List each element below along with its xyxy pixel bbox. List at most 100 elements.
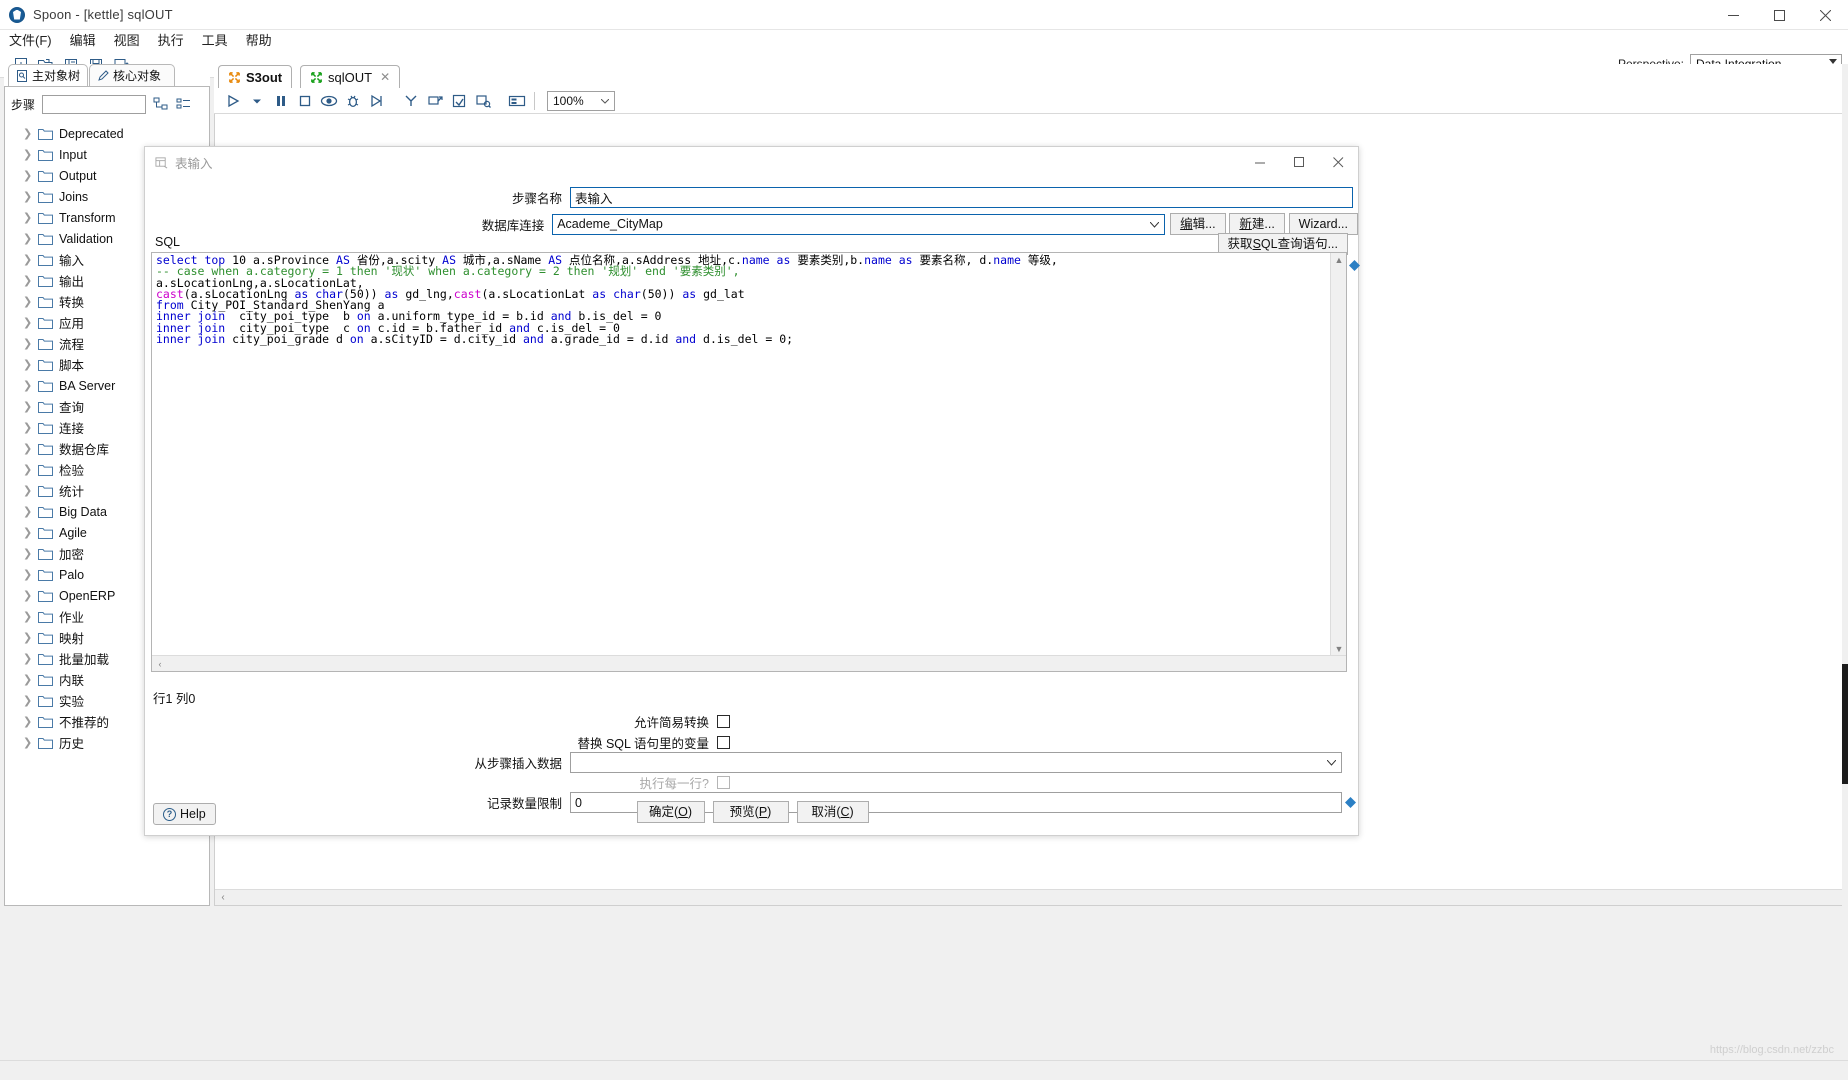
- canvas-horizontal-scrollbar[interactable]: ‹: [215, 889, 1845, 905]
- preview-button[interactable]: 预览(P): [712, 801, 789, 823]
- sql-check-icon[interactable]: [472, 90, 494, 112]
- menu-view[interactable]: 视图: [105, 30, 149, 52]
- preview-icon[interactable]: [318, 90, 340, 112]
- scroll-left-icon[interactable]: ‹: [152, 659, 168, 669]
- chevron-right-icon[interactable]: ❯: [23, 463, 32, 476]
- chevron-right-icon[interactable]: ❯: [23, 379, 32, 392]
- cancel-button[interactable]: 取消(C): [796, 801, 869, 823]
- editor-toolbar: 100%: [214, 88, 1844, 114]
- chevron-right-icon[interactable]: ❯: [23, 127, 32, 140]
- chevron-right-icon[interactable]: ❯: [23, 631, 32, 644]
- tree-item[interactable]: ❯ Deprecated: [5, 123, 209, 144]
- dialog-close-icon[interactable]: [1319, 147, 1358, 177]
- maximize-icon[interactable]: [1756, 0, 1802, 30]
- dialog-maximize-icon[interactable]: [1280, 147, 1319, 177]
- scroll-left-icon[interactable]: ‹: [215, 892, 231, 903]
- minimize-icon[interactable]: [1710, 0, 1756, 30]
- chevron-right-icon[interactable]: ❯: [23, 274, 32, 287]
- replay-icon[interactable]: [366, 90, 388, 112]
- step-name-row: 步骤名称: [145, 187, 1358, 208]
- step-name-input[interactable]: [570, 187, 1353, 208]
- chevron-right-icon[interactable]: ❯: [23, 190, 32, 203]
- connection-select[interactable]: Academe_CityMap: [552, 213, 1166, 235]
- chevron-right-icon[interactable]: ❯: [23, 736, 32, 749]
- chevron-right-icon[interactable]: ❯: [23, 211, 32, 224]
- new-connection-button[interactable]: 新建...: [1229, 213, 1285, 235]
- insert-from-step-select[interactable]: [570, 752, 1342, 773]
- menu-run[interactable]: 执行: [149, 30, 193, 52]
- chevron-right-icon[interactable]: ❯: [23, 652, 32, 665]
- chevron-right-icon[interactable]: ❯: [23, 526, 32, 539]
- chevron-right-icon[interactable]: ❯: [23, 694, 32, 707]
- debug-icon[interactable]: [342, 90, 364, 112]
- chevron-right-icon[interactable]: ❯: [23, 400, 32, 413]
- results-panel-icon[interactable]: [506, 90, 528, 112]
- sql-horizontal-scrollbar[interactable]: ‹: [152, 655, 1346, 671]
- menu-help[interactable]: 帮助: [237, 30, 281, 52]
- window-vertical-scrollbar[interactable]: [1842, 64, 1848, 906]
- chevron-right-icon[interactable]: ❯: [23, 484, 32, 497]
- scrollbar-thumb[interactable]: [1842, 664, 1848, 784]
- expand-all-icon[interactable]: [153, 96, 169, 112]
- chevron-right-icon[interactable]: ❯: [23, 715, 32, 728]
- dialog-title-bar: 表输入: [145, 147, 1358, 177]
- tab-sqlout[interactable]: sqlOUT ✕: [300, 65, 401, 88]
- chevron-right-icon[interactable]: ❯: [23, 547, 32, 560]
- chevron-right-icon[interactable]: ❯: [23, 295, 32, 308]
- table-input-dialog: 表输入 步骤名称 数据库连接 Academe_CityMap: [144, 146, 1360, 836]
- allow-simple-transform-checkbox[interactable]: [717, 715, 730, 728]
- tree-item-label: Big Data: [59, 504, 107, 519]
- collapse-all-icon[interactable]: [176, 96, 192, 112]
- chevron-right-icon[interactable]: ❯: [23, 148, 32, 161]
- chevron-right-icon[interactable]: ❯: [23, 316, 32, 329]
- run-dropdown-icon[interactable]: [246, 90, 268, 112]
- wizard-button[interactable]: Wizard...: [1288, 213, 1358, 235]
- search-input[interactable]: [42, 94, 147, 114]
- folder-icon: [38, 737, 53, 749]
- chevron-right-icon[interactable]: ❯: [23, 169, 32, 182]
- edit-connection-button[interactable]: 编辑...: [1170, 213, 1226, 235]
- tab-main-object-tree[interactable]: 主对象树: [8, 64, 88, 86]
- run-icon[interactable]: [222, 90, 244, 112]
- allow-simple-transform-row: 允许简易转换: [145, 712, 1360, 731]
- execute-each-row-label: 执行每一行?: [639, 777, 709, 791]
- chevron-right-icon[interactable]: ❯: [23, 337, 32, 350]
- sql-editor[interactable]: select top 10 a.sProvince AS 省份,a.scity …: [151, 252, 1347, 672]
- pause-icon[interactable]: [270, 90, 292, 112]
- dialog-minimize-icon[interactable]: [1241, 147, 1280, 177]
- impact-icon[interactable]: [448, 90, 470, 112]
- chevron-right-icon[interactable]: ❯: [23, 610, 32, 623]
- chevron-right-icon[interactable]: ❯: [23, 421, 32, 434]
- stop-icon[interactable]: [294, 90, 316, 112]
- close-icon[interactable]: [1802, 0, 1848, 30]
- scroll-down-icon[interactable]: ▼: [1331, 644, 1346, 654]
- chevron-right-icon[interactable]: ❯: [23, 673, 32, 686]
- menu-tools[interactable]: 工具: [193, 30, 237, 52]
- sql-vertical-scrollbar[interactable]: ▲ ▼: [1330, 253, 1346, 656]
- folder-icon: [38, 191, 53, 203]
- replace-variables-checkbox[interactable]: [717, 736, 730, 749]
- chevron-right-icon[interactable]: ❯: [23, 568, 32, 581]
- zoom-select[interactable]: 100%: [547, 90, 615, 111]
- chevron-right-icon[interactable]: ❯: [23, 232, 32, 245]
- spoon-icon: [9, 6, 25, 23]
- chevron-down-icon: [1150, 221, 1160, 228]
- menu-edit[interactable]: 编辑: [61, 30, 105, 52]
- chevron-right-icon[interactable]: ❯: [23, 253, 32, 266]
- tab-s3out[interactable]: S3out: [218, 65, 293, 88]
- menu-file[interactable]: 文件(F): [0, 30, 61, 52]
- tree-item-label: Transform: [59, 210, 116, 225]
- chevron-right-icon[interactable]: ❯: [23, 442, 32, 455]
- chevron-right-icon[interactable]: ❯: [23, 505, 32, 518]
- tree-item-label: 统计: [59, 485, 85, 499]
- tab-core-objects[interactable]: 核心对象: [89, 64, 175, 86]
- grid-snap-icon[interactable]: [424, 90, 446, 112]
- chevron-right-icon[interactable]: ❯: [23, 589, 32, 602]
- align-icon[interactable]: [400, 90, 422, 112]
- tree-item-label: 数据仓库: [59, 443, 110, 457]
- close-icon[interactable]: ✕: [380, 70, 390, 84]
- tree-item-label: 连接: [59, 422, 85, 436]
- ok-button[interactable]: 确定(O): [636, 801, 705, 823]
- scroll-up-icon[interactable]: ▲: [1331, 255, 1346, 265]
- chevron-right-icon[interactable]: ❯: [23, 358, 32, 371]
